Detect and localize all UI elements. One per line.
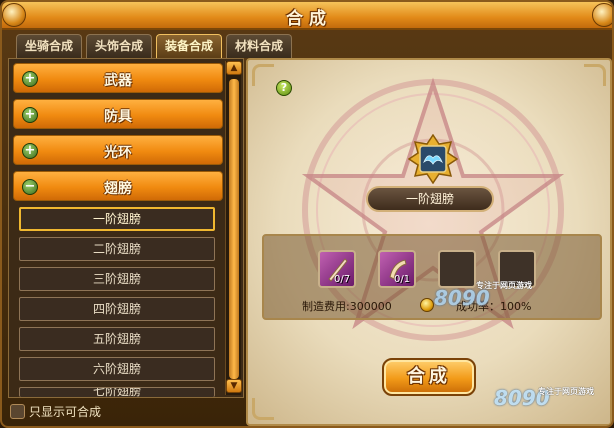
- category-armor[interactable]: + 防具: [13, 99, 223, 129]
- list-scrollbar[interactable]: ▲ ▼: [225, 61, 242, 395]
- title-ornament-right: [592, 3, 612, 27]
- scroll-up-button[interactable]: ▲: [226, 61, 242, 75]
- recipe-list-panel: + 武器 + 防具 + 光环 − 翅膀 一阶翅膀 二阶翅膀 三阶翅膀 四阶翅膀 …: [8, 58, 244, 398]
- category-label: 光环: [104, 145, 132, 161]
- list-item-wing-tier-1[interactable]: 一阶翅膀: [19, 207, 215, 231]
- material-count: 0/1: [394, 274, 411, 285]
- category-halo[interactable]: + 光环: [13, 135, 223, 165]
- tab-headwear-synthesis[interactable]: 头饰合成: [86, 34, 153, 58]
- category-label: 武器: [104, 73, 132, 89]
- crafting-cost: 制造费用:300000: [302, 300, 392, 313]
- tab-mount-synthesis[interactable]: 坐骑合成: [16, 34, 83, 58]
- list-item-wing-tier-2[interactable]: 二阶翅膀: [19, 237, 215, 261]
- category-weapon[interactable]: + 武器: [13, 63, 223, 93]
- material-slot-1[interactable]: 0/7: [318, 250, 356, 288]
- frame-corner: [252, 398, 274, 420]
- watermark-tagline: 专注于网页游戏: [476, 281, 532, 290]
- list-item-wing-tier-3[interactable]: 三阶翅膀: [19, 267, 215, 291]
- category-label: 防具: [104, 109, 132, 125]
- synthesis-window: 合成 坐骑合成 头饰合成 装备合成 材料合成 + 武器 + 防具 + 光环 − …: [0, 0, 614, 428]
- help-button[interactable]: ?: [276, 80, 292, 96]
- material-slot-2[interactable]: 0/1: [378, 250, 416, 288]
- material-count: 0/7: [334, 274, 351, 285]
- list-item-wing-tier-4[interactable]: 四阶翅膀: [19, 297, 215, 321]
- scroll-thumb[interactable]: [229, 79, 239, 379]
- list-item-wing-tier-6[interactable]: 六阶翅膀: [19, 357, 215, 381]
- result-item-name: 一阶翅膀: [366, 186, 494, 212]
- material-slots-panel: 0/7 0/1 制造费用:300000 成功率：100%: [262, 234, 602, 320]
- list-item-wing-tier-5[interactable]: 五阶翅膀: [19, 327, 215, 351]
- gold-coin-icon: [420, 298, 434, 312]
- material-slot-3[interactable]: [438, 250, 476, 288]
- scroll-down-button[interactable]: ▼: [226, 379, 242, 393]
- title-bar: 合成: [2, 2, 612, 30]
- craftable-only-checkbox[interactable]: [10, 403, 25, 419]
- category-label: 翅膀: [104, 181, 132, 197]
- craftable-only-label: 只显示可合成: [29, 404, 102, 419]
- list-item-wing-tier-7[interactable]: 七阶翅膀: [19, 387, 215, 397]
- category-wings[interactable]: − 翅膀: [13, 171, 223, 201]
- watermark-tagline: 专注于网页游戏: [538, 387, 594, 396]
- synthesis-panel: ? 一阶翅膀 0/7 0/1 制造费用:300000 成功率：100% 合成 8…: [246, 58, 612, 426]
- tab-bar: 坐骑合成 头饰合成 装备合成 材料合成: [16, 34, 293, 58]
- window-title: 合成: [286, 9, 332, 29]
- craft-button[interactable]: 合成: [382, 358, 476, 396]
- tab-equipment-synthesis[interactable]: 装备合成: [156, 34, 223, 58]
- filter-row: 只显示可合成: [10, 402, 101, 420]
- tab-material-synthesis[interactable]: 材料合成: [226, 34, 293, 58]
- result-item-slot[interactable]: [408, 134, 458, 184]
